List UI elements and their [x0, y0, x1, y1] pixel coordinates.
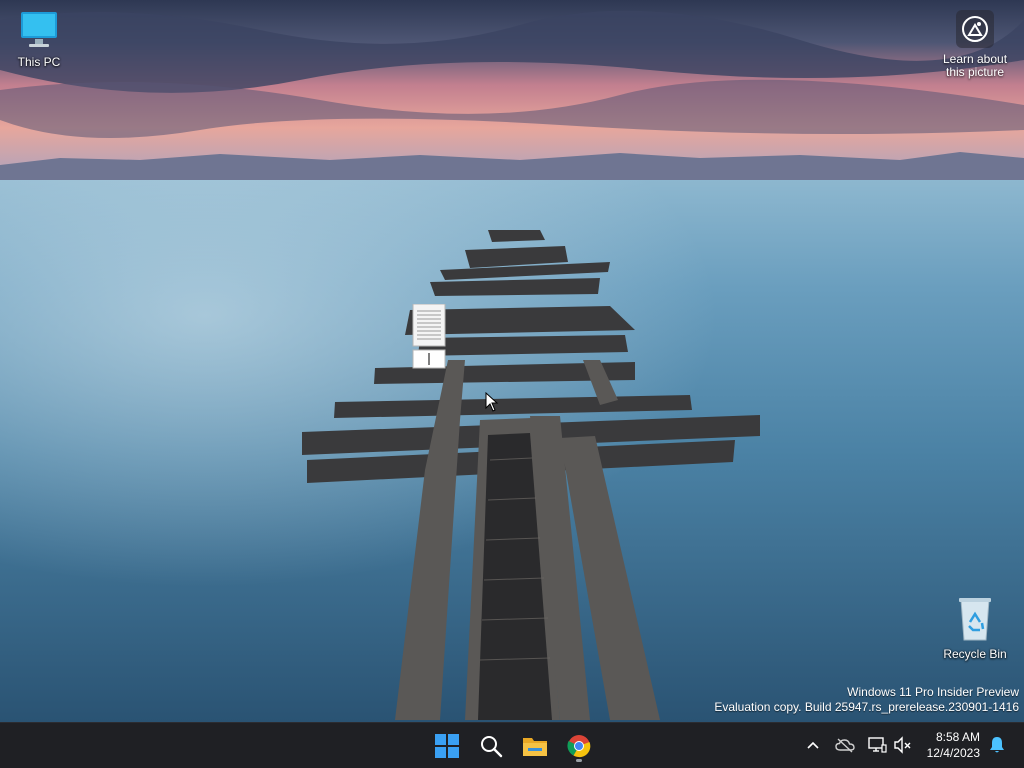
learn-about-picture-label: Learn about this picture — [942, 52, 1008, 79]
notification-bell-icon — [990, 737, 1004, 753]
taskbar: 8:58 AM 12/4/2023 — [0, 722, 1024, 768]
watermark-line-1: Windows 11 Pro Insider Preview — [847, 685, 1019, 699]
cloud-offline-icon — [835, 738, 855, 753]
taskbar-clock[interactable]: 8:58 AM 12/4/2023 — [927, 729, 980, 761]
network-icon — [868, 737, 887, 753]
learn-about-picture[interactable]: Learn about this picture — [936, 10, 1014, 79]
chrome-button[interactable] — [561, 728, 597, 764]
recycle-bin-label: Recycle Bin — [943, 647, 1007, 661]
start-button[interactable] — [429, 728, 465, 764]
camera-icon — [956, 10, 994, 48]
volume-button[interactable] — [892, 734, 914, 756]
search-button[interactable] — [473, 728, 509, 764]
volume-muted-icon — [894, 736, 911, 754]
show-hidden-icons-button[interactable] — [802, 734, 824, 756]
wallpaper — [0, 0, 1024, 722]
windows-logo-icon — [435, 734, 459, 758]
notifications-button[interactable] — [986, 734, 1008, 756]
mouse-cursor-icon — [485, 392, 499, 412]
watermark-line-2: Evaluation copy. Build 25947.rs_prerelea… — [714, 700, 1019, 714]
folder-icon — [523, 738, 547, 756]
network-button[interactable] — [866, 734, 888, 756]
chevron-up-icon — [807, 741, 819, 749]
recycle-bin-icon — [959, 598, 991, 641]
clock-time: 8:58 AM — [935, 730, 980, 744]
clock-date: 12/4/2023 — [926, 746, 980, 760]
dragged-file-icon[interactable] — [412, 303, 446, 375]
desktop[interactable]: This PC Learn about this picture Recycle… — [0, 0, 1024, 768]
recycle-bin-desktop-icon[interactable]: Recycle Bin — [940, 596, 1010, 661]
this-pc-label: This PC — [17, 55, 61, 69]
file-explorer-button[interactable] — [517, 728, 553, 764]
chrome-running-indicator — [576, 759, 582, 762]
onedrive-button[interactable] — [834, 734, 856, 756]
evaluation-watermark: Windows 11 Pro Insider Preview Evaluatio… — [714, 685, 1019, 715]
search-icon — [481, 736, 503, 758]
monitor-icon — [21, 12, 57, 47]
chrome-icon — [567, 735, 591, 758]
this-pc-desktop-icon[interactable]: This PC — [4, 10, 74, 69]
